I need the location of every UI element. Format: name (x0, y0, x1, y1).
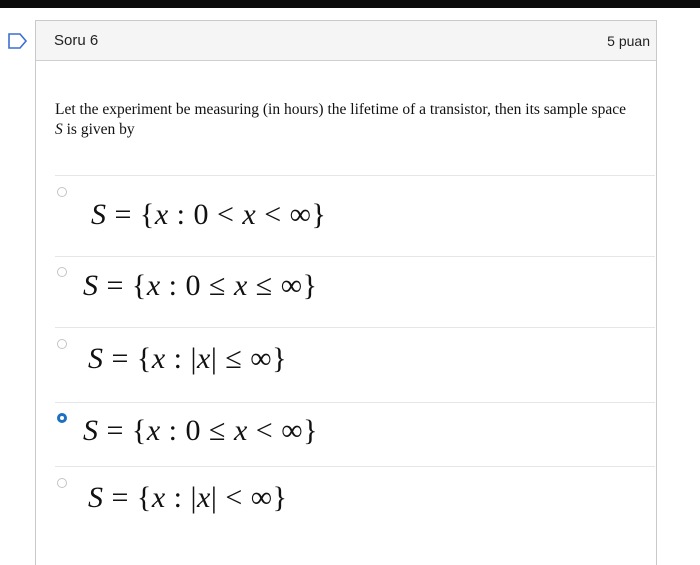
prompt-variable: S (55, 121, 63, 138)
radio-button[interactable] (57, 187, 67, 197)
answer-option[interactable]: S = {x : 0 ≤ x < ∞} (36, 403, 656, 466)
prompt-line-2-text: is given by (62, 121, 135, 138)
option-formula: S = {x : |x| ≤ ∞} (88, 342, 288, 375)
question-prompt: Let the experiment be measuring (in hour… (55, 100, 655, 140)
answer-option[interactable]: S = {x : 0 ≤ x ≤ ∞} (36, 257, 656, 327)
question-header: Soru 6 5 puan (36, 21, 656, 61)
option-formula: S = {x : |x| < ∞} (88, 481, 288, 514)
flag-outline-icon[interactable] (8, 33, 28, 49)
option-formula: S = {x : 0 ≤ x < ∞} (83, 414, 319, 447)
answer-option[interactable]: S = {x : 0 < x < ∞} (36, 176, 656, 256)
window-top-bar (0, 0, 700, 8)
radio-button[interactable] (57, 339, 67, 349)
prompt-line-2: S is given by (55, 120, 655, 140)
answer-option[interactable]: S = {x : |x| < ∞} (36, 467, 656, 557)
question-points: 5 puan (607, 33, 650, 49)
radio-button-selected[interactable] (57, 413, 67, 423)
radio-button[interactable] (57, 478, 67, 488)
prompt-line-1: Let the experiment be measuring (in hour… (55, 101, 626, 118)
radio-button[interactable] (57, 267, 67, 277)
answer-option[interactable]: S = {x : |x| ≤ ∞} (36, 328, 656, 402)
question-title: Soru 6 (54, 32, 99, 49)
question-card: Soru 6 5 puan Let the experiment be meas… (35, 20, 657, 565)
option-formula: S = {x : 0 < x < ∞} (91, 198, 327, 231)
option-formula: S = {x : 0 ≤ x ≤ ∞} (83, 269, 318, 302)
